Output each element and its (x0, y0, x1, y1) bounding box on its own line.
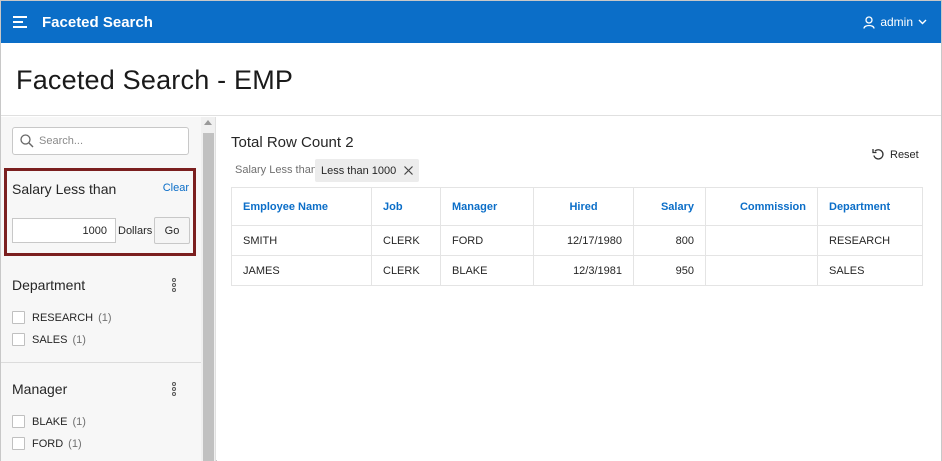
cell-department: SALES (817, 255, 923, 286)
facet-search-input[interactable] (39, 135, 179, 147)
checkbox[interactable] (12, 333, 25, 346)
scroll-up-arrow-icon[interactable] (204, 120, 212, 125)
manager-facet-menu-icon[interactable] (168, 381, 180, 397)
facet-option-label: SALES (32, 333, 68, 346)
department-facet-title: Department (12, 277, 86, 293)
salary-unit-label: Dollars (118, 225, 153, 237)
cell-department: RESEARCH (817, 225, 923, 256)
salary-facet: Salary Less than Clear Dollars Go (4, 168, 196, 256)
column-header-manager[interactable]: Manager (440, 187, 534, 226)
manager-option-blake[interactable]: BLAKE (1) (12, 415, 86, 428)
cell-manager: FORD (440, 225, 534, 256)
reset-button[interactable]: Reset (872, 148, 919, 161)
facet-option-label: BLAKE (32, 415, 68, 428)
hamburger-icon (13, 16, 27, 28)
cell-manager: BLAKE (440, 255, 534, 286)
facet-option-count: (1) (72, 415, 86, 428)
facet-search-box[interactable] (12, 127, 189, 155)
cell-commission (705, 255, 818, 286)
reset-icon (872, 149, 884, 160)
cell-hired: 12/3/1981 (533, 255, 634, 286)
facet-option-label: FORD (32, 437, 64, 450)
cell-employee-name: JAMES (231, 255, 372, 286)
app-header: Faceted Search admin (1, 1, 941, 43)
cell-employee-name: SMITH (231, 225, 372, 256)
cell-hired: 12/17/1980 (533, 225, 634, 256)
salary-clear-link[interactable]: Clear (163, 182, 189, 194)
title-region: Faceted Search - EMP (1, 43, 941, 116)
page-title: Faceted Search - EMP (16, 65, 294, 95)
table-row: SMITH CLERK FORD 12/17/1980 800 RESEARCH (231, 225, 923, 256)
manager-facet-title: Manager (12, 381, 68, 397)
manager-facet: Manager BLAKE (1) FORD (1) (1, 362, 201, 461)
facet-option-label: RESEARCH (32, 311, 94, 324)
column-header-department[interactable]: Department (817, 187, 923, 226)
salary-go-button[interactable]: Go (154, 217, 190, 244)
salary-facet-title: Salary Less than (12, 181, 117, 197)
salary-input[interactable] (12, 218, 116, 243)
facet-option-count: (1) (72, 333, 86, 346)
cell-job: CLERK (371, 255, 441, 286)
checkbox[interactable] (12, 437, 25, 450)
reset-label: Reset (890, 148, 919, 161)
facets-sidebar: Salary Less than Clear Dollars Go Depart… (1, 117, 201, 461)
column-header-job[interactable]: Job (371, 187, 441, 226)
active-filter-chip: Less than 1000 (315, 159, 420, 182)
facet-option-count: (1) (68, 437, 82, 450)
manager-option-ford[interactable]: FORD (1) (12, 437, 82, 450)
department-facet-menu-icon[interactable] (168, 277, 180, 293)
row-count-title: Total Row Count 2 (231, 134, 354, 151)
sidebar-scrollbar[interactable] (201, 117, 216, 461)
table-row: JAMES CLERK BLAKE 12/3/1981 950 SALES (231, 255, 923, 286)
facet-option-count: (1) (98, 311, 112, 324)
checkbox[interactable] (12, 415, 25, 428)
column-header-hired[interactable]: Hired (533, 187, 634, 226)
cell-commission (705, 225, 818, 256)
user-name: admin (880, 15, 913, 29)
menu-toggle-button[interactable] (1, 1, 41, 43)
user-menu-button[interactable]: admin (863, 1, 927, 43)
checkbox[interactable] (12, 311, 25, 324)
cell-salary: 800 (633, 225, 706, 256)
chevron-down-icon (918, 19, 927, 25)
remove-filter-button[interactable] (404, 166, 414, 175)
results-region: Total Row Count 2 Reset Salary Less than… (217, 117, 941, 461)
user-icon (863, 15, 875, 29)
search-icon (20, 134, 34, 148)
close-icon (404, 166, 414, 175)
active-filter-label: Salary Less than (235, 164, 317, 176)
cell-salary: 950 (633, 255, 706, 286)
column-header-commission[interactable]: Commission (705, 187, 818, 226)
department-option-sales[interactable]: SALES (1) (12, 333, 86, 346)
department-option-research[interactable]: RESEARCH (1) (12, 311, 112, 324)
table-header-row: Employee Name Job Manager Hired Salary C… (231, 187, 923, 226)
active-filter-chip-text: Less than 1000 (321, 164, 397, 177)
column-header-salary[interactable]: Salary (633, 187, 706, 226)
app-title[interactable]: Faceted Search (42, 14, 153, 31)
employee-report-table: Employee Name Job Manager Hired Salary C… (231, 187, 923, 286)
scrollbar-thumb[interactable] (203, 133, 214, 461)
column-header-employee-name[interactable]: Employee Name (231, 187, 372, 226)
cell-job: CLERK (371, 225, 441, 256)
